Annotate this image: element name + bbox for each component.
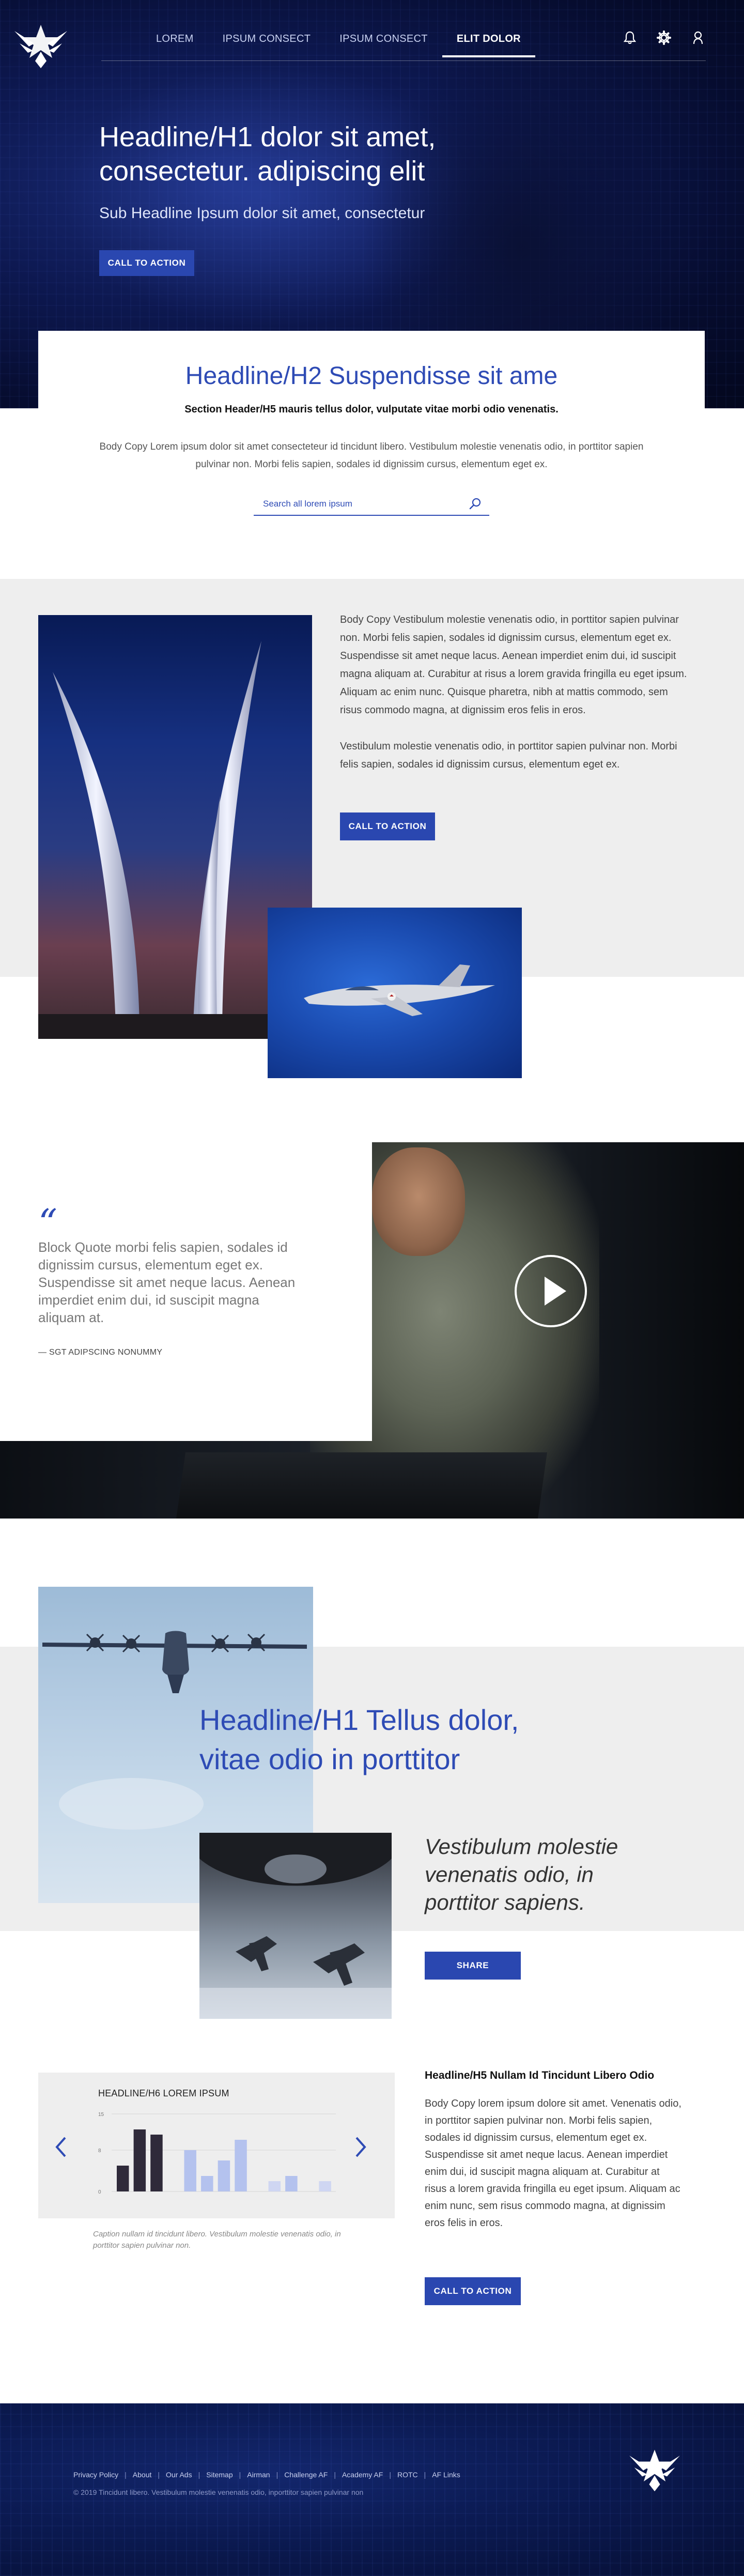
air-force-logo-icon[interactable]: [628, 2445, 681, 2493]
chevron-left-icon[interactable]: [51, 2134, 71, 2160]
chart-bar: [218, 2160, 230, 2191]
footer-link-sitemap[interactable]: Sitemap: [206, 2471, 233, 2479]
footer-separator: |: [158, 2471, 160, 2479]
nav-icons: [622, 30, 706, 45]
chart-bar: [235, 2140, 247, 2191]
chevron-right-icon[interactable]: [350, 2134, 371, 2160]
bar-chart: 1580: [98, 2112, 336, 2195]
quote-attribution: — SGT ADIPSCING NONUMMY: [38, 1348, 163, 1357]
chart-tick-label: 15: [98, 2112, 104, 2118]
quote-mark-icon: “: [38, 1201, 57, 1245]
footer-link-privacy-policy[interactable]: Privacy Policy: [73, 2471, 118, 2479]
search-icon[interactable]: [469, 497, 482, 511]
intro-section-header: Section Header/H5 mauris tellus dolor, v…: [184, 404, 559, 415]
footer-link-academy-af[interactable]: Academy AF: [342, 2471, 383, 2479]
hero-cta-button[interactable]: CALL TO ACTION: [99, 250, 194, 276]
chart-card: HEADLINE/H6 LOREM IPSUM 15 8 0: [38, 2073, 395, 2218]
nav-links: LOREM IPSUM CONSECT IPSUM CONSECT ELIT D…: [142, 33, 535, 57]
story-headline: Headline/H1 Tellus dolor, vitae odio in …: [199, 1704, 519, 1775]
chart-caption: Caption nullam id tincidunt libero. Vest…: [93, 2230, 341, 2250]
footer-link-rotc[interactable]: ROTC: [397, 2471, 418, 2479]
footer-link-challenge-af[interactable]: Challenge AF: [284, 2471, 328, 2479]
footer-link-airman[interactable]: Airman: [247, 2471, 270, 2479]
chart-bar: [133, 2129, 146, 2191]
chart-tick-label: 8: [98, 2148, 101, 2154]
chart-bar: [201, 2176, 213, 2191]
stats-body: Body Copy lorem ipsum dolore sit amet. V…: [425, 2098, 681, 2229]
feature-cta-button[interactable]: CALL TO ACTION: [340, 812, 435, 840]
chart-bar: [268, 2181, 281, 2191]
search-bar: [254, 493, 489, 516]
footer-separator: |: [276, 2471, 278, 2479]
play-icon[interactable]: [515, 1255, 587, 1327]
air-force-logo-icon[interactable]: [13, 20, 68, 70]
footer-separator: |: [239, 2471, 241, 2479]
share-button[interactable]: SHARE: [425, 1952, 521, 1980]
stats-headline: Headline/H5 Nullam Id Tincidunt Libero O…: [425, 2069, 655, 2081]
bell-icon[interactable]: [622, 30, 638, 45]
user-icon[interactable]: [690, 30, 706, 45]
hero-headline: Headline/H1 dolor sit amet, consectetur.…: [99, 121, 436, 187]
feature-paragraph-2: Vestibulum molestie venenatis odio, in p…: [340, 741, 677, 770]
jet-photo: [268, 908, 522, 1078]
gear-icon[interactable]: [656, 30, 672, 45]
main-nav: LOREM IPSUM CONSECT IPSUM CONSECT ELIT D…: [101, 0, 706, 61]
footer-links: Privacy Policy | About | Our Ads | Sitemap | Air…: [73, 2471, 460, 2479]
laptop-shape: [176, 1452, 547, 1519]
chart-bar: [285, 2176, 298, 2191]
footer-separator: |: [389, 2471, 391, 2479]
chart-bar: [117, 2166, 129, 2191]
block-quote: Block Quote morbi felis sapien, sodales …: [38, 1239, 296, 1325]
stats-cta-button[interactable]: CALL TO ACTION: [425, 2277, 521, 2305]
intro-headline: Headline/H2 Suspendisse sit ame: [185, 362, 558, 390]
footer-link-af-links[interactable]: AF Links: [432, 2471, 460, 2479]
footer-link-about[interactable]: About: [133, 2471, 152, 2479]
nav-link-elit-dolor[interactable]: ELIT DOLOR: [442, 33, 535, 57]
chart-bar: [184, 2150, 196, 2191]
nav-link-lorem[interactable]: LOREM: [142, 33, 208, 57]
fighter-jets-photo: [199, 1833, 392, 2019]
story-pull-quote: Vestibulum molestie venenatis odio, in p…: [425, 1834, 618, 1914]
footer-copyright: © 2019 Tincidunt libero. Vestibulum mole…: [73, 2488, 364, 2496]
chart-tick-label: 0: [98, 2189, 101, 2195]
feature-body: Body Copy Vestibulum molestie venenatis …: [340, 611, 691, 774]
search-input[interactable]: [254, 493, 460, 515]
footer: Privacy Policy | About | Our Ads | Sitemap | Air…: [0, 2403, 744, 2576]
footer-separator: |: [334, 2471, 336, 2479]
footer-separator: |: [125, 2471, 127, 2479]
footer-separator: |: [424, 2471, 426, 2479]
chart-bar: [319, 2181, 331, 2191]
footer-separator: |: [198, 2471, 200, 2479]
intro-card: Headline/H2 Suspendisse sit ame Section …: [38, 331, 705, 532]
intro-body: Body Copy Lorem ipsum dolor sit amet con…: [99, 441, 644, 470]
chart-bar: [150, 2135, 163, 2191]
feature-paragraph-1: Body Copy Vestibulum molestie venenatis …: [340, 614, 687, 716]
hero-subheadline: Sub Headline Ipsum dolor sit amet, conse…: [99, 205, 425, 222]
nav-link-ipsum-consect-1[interactable]: IPSUM CONSECT: [208, 33, 326, 57]
airman-head: [372, 1147, 465, 1256]
footer-link-our-ads[interactable]: Our Ads: [166, 2471, 192, 2479]
chart-title: HEADLINE/H6 LOREM IPSUM: [98, 2088, 229, 2098]
nav-link-ipsum-consect-2[interactable]: IPSUM CONSECT: [325, 33, 442, 57]
